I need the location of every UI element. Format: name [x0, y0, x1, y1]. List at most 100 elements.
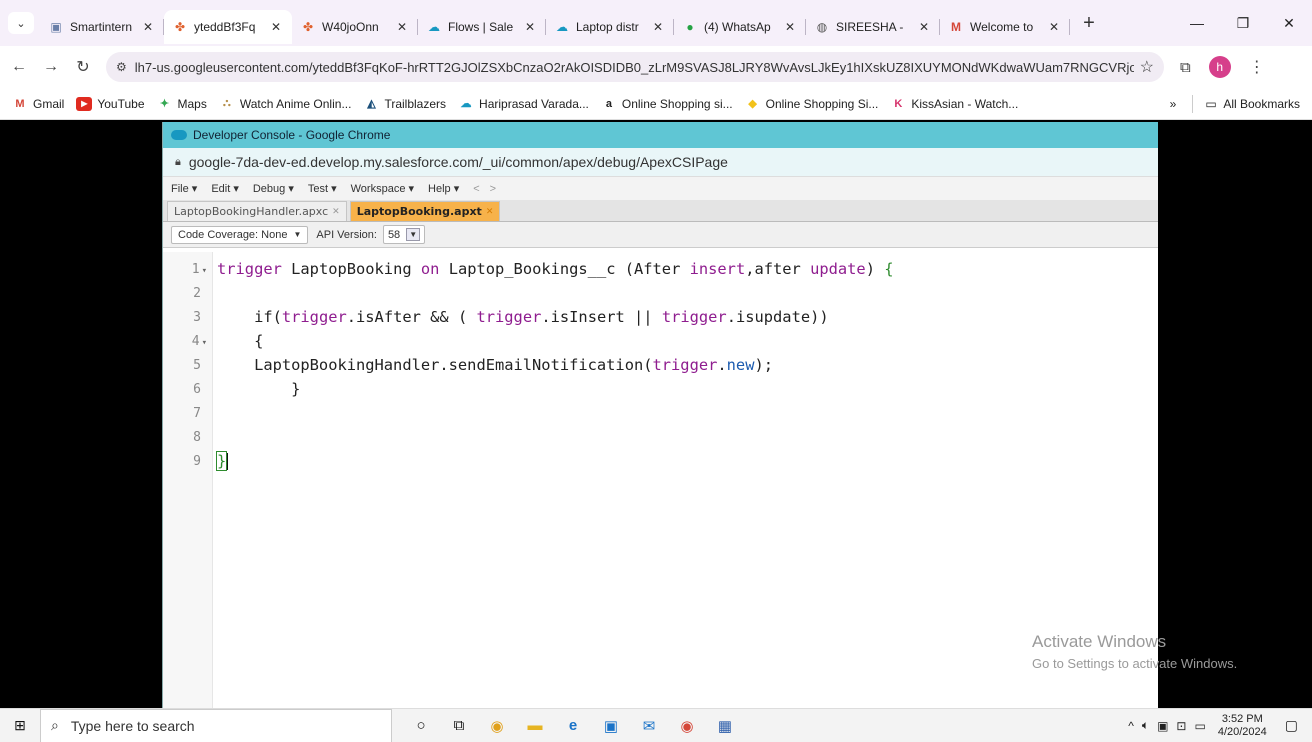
- code-coverage-select[interactable]: Code Coverage: None ▼: [171, 225, 309, 244]
- tab-laptopbooking[interactable]: LaptopBooking.apxt ✕: [349, 201, 501, 221]
- taskbar-search-box[interactable]: ⌕ Type here to search: [40, 708, 392, 742]
- api-version-label: API Version:: [316, 228, 377, 241]
- chrome-profile-icon[interactable]: ◉: [670, 712, 704, 740]
- chevron-up-icon[interactable]: ^: [1128, 719, 1134, 733]
- forward-icon[interactable]: →: [38, 58, 64, 76]
- line-number-gutter: 1 ▾ 2 3 4 ▾ 5 6 7 8 9: [163, 252, 213, 708]
- network-icon[interactable]: ⊡: [1176, 719, 1186, 733]
- salesforce-cloud-icon: ☁: [556, 20, 568, 34]
- fold-arrow-icon[interactable]: ▾: [202, 338, 207, 348]
- close-tab-icon[interactable]: ✕: [332, 207, 340, 217]
- bookmark-hariprasad[interactable]: ☁ Hariprasad Varada...: [458, 97, 589, 111]
- chrome-menu-icon[interactable]: ⋮: [1249, 57, 1265, 77]
- close-tab-icon[interactable]: ✕: [650, 20, 666, 34]
- browser-tab[interactable]: ◍ SIREESHA - ✕: [806, 10, 940, 44]
- bookmarks-overflow-button[interactable]: »: [1170, 97, 1177, 111]
- bookmark-kissasian[interactable]: K KissAsian - Watch...: [890, 97, 1018, 111]
- code-line-5: LaptopBookingHandler.sendEmailNotificati…: [217, 356, 774, 374]
- chrome-icon[interactable]: ◉: [480, 712, 514, 740]
- cortana-icon[interactable]: ○: [404, 712, 438, 740]
- store-icon[interactable]: ▣: [594, 712, 628, 740]
- address-url[interactable]: lh7-us.googleusercontent.com/yteddBf3FqK…: [135, 60, 1134, 75]
- history-back-button[interactable]: <: [473, 183, 479, 195]
- line-number: 9: [193, 454, 201, 469]
- site-info-icon[interactable]: ⚙: [116, 60, 127, 74]
- close-tab-icon[interactable]: ✕: [486, 207, 494, 217]
- address-bar[interactable]: ⚙ lh7-us.googleusercontent.com/yteddBf3F…: [106, 52, 1164, 82]
- close-tab-icon[interactable]: ✕: [394, 20, 410, 34]
- menu-edit[interactable]: Edit ▾: [211, 182, 239, 195]
- mail-icon[interactable]: ✉: [632, 712, 666, 740]
- back-icon[interactable]: ←: [6, 58, 32, 76]
- lock-icon: 🔒︎: [175, 155, 181, 168]
- minimize-icon[interactable]: —: [1174, 15, 1220, 32]
- browser-tab[interactable]: ✤ W40joOnn ✕: [292, 10, 418, 44]
- code-editor[interactable]: 1 ▾ 2 3 4 ▾ 5 6 7 8 9 trigger LaptopBookin…: [163, 252, 1158, 708]
- notifications-icon[interactable]: ▢: [1285, 717, 1298, 734]
- bookmark-maps[interactable]: ✦ Maps: [157, 97, 207, 111]
- devconsole-titlebar[interactable]: Developer Console - Google Chrome: [163, 122, 1158, 148]
- chevron-down-icon: ▼: [406, 228, 421, 241]
- line-number: 8: [193, 430, 201, 445]
- reload-icon[interactable]: ↻: [70, 57, 96, 77]
- close-tab-icon[interactable]: ✕: [1046, 20, 1062, 34]
- bookmark-youtube[interactable]: ▶ YouTube: [76, 96, 145, 111]
- menu-debug[interactable]: Debug ▾: [253, 182, 294, 195]
- bookmark-flipkart[interactable]: ◆ Online Shopping Si...: [745, 97, 878, 111]
- api-version-select[interactable]: 58 ▼: [382, 225, 426, 244]
- history-forward-button[interactable]: >: [490, 183, 496, 195]
- bookmark-anime[interactable]: ⛬ Watch Anime Onlin...: [219, 97, 351, 111]
- browser-tab[interactable]: ☁ Flows | Sale ✕: [418, 10, 546, 44]
- close-tab-icon[interactable]: ✕: [522, 20, 538, 34]
- bookmark-amazon[interactable]: a Online Shopping si...: [601, 97, 733, 111]
- browser-tab[interactable]: ● (4) WhatsAp ✕: [674, 10, 806, 44]
- volume-icon[interactable]: 🔈︎: [1142, 718, 1149, 733]
- new-tab-button[interactable]: +: [1076, 12, 1102, 35]
- editor-options-bar: Code Coverage: None ▼ API Version: 58 ▼: [163, 222, 1158, 248]
- gmail-icon: M: [15, 97, 25, 110]
- file-explorer-icon[interactable]: ▬: [518, 712, 552, 740]
- system-tray: ^ 🔈︎ ▣ ⊡ ▭ 3:52 PM 4/20/2024 ▢: [1128, 713, 1312, 739]
- task-view-icon[interactable]: ⧉: [442, 712, 476, 740]
- close-tab-icon[interactable]: ✕: [268, 20, 284, 34]
- fold-arrow-icon[interactable]: ▾: [202, 266, 207, 276]
- flipkart-icon: ◆: [748, 98, 757, 110]
- browser-tab[interactable]: M Welcome to ✕: [940, 10, 1070, 44]
- clock[interactable]: 3:52 PM 4/20/2024: [1218, 713, 1267, 739]
- notepad-icon[interactable]: ▦: [708, 712, 742, 740]
- bookmark-trailblazers[interactable]: ◭ Trailblazers: [363, 97, 446, 111]
- bookmark-star-icon[interactable]: ☆: [1140, 57, 1154, 77]
- close-tab-icon[interactable]: ✕: [140, 20, 156, 34]
- menu-file[interactable]: File ▾: [171, 182, 197, 195]
- all-bookmarks-button[interactable]: ▭ All Bookmarks: [1205, 97, 1300, 111]
- windows-start-icon[interactable]: ⊞: [0, 717, 40, 734]
- code-line-4: {: [217, 332, 264, 350]
- menu-test[interactable]: Test ▾: [308, 182, 337, 195]
- bookmarks-bar: M Gmail ▶ YouTube ✦ Maps ⛬ Watch Anime O…: [0, 88, 1312, 120]
- tray-app-icon[interactable]: ▣: [1157, 719, 1168, 733]
- salesforce-cloud-icon: ☁: [460, 98, 472, 110]
- line-number: 7: [193, 406, 201, 421]
- folder-icon: ▭: [1205, 96, 1217, 111]
- code-line-6: }: [217, 380, 301, 398]
- tab-laptopbookinghandler[interactable]: LaptopBookingHandler.apxc ✕: [167, 201, 347, 221]
- window-controls: — ❐ ✕: [1174, 15, 1312, 32]
- extensions-icon[interactable]: ⧉: [1180, 59, 1191, 76]
- code-line-1: trigger LaptopBooking on Laptop_Bookings…: [217, 260, 894, 278]
- tab-search-button[interactable]: ⌄: [8, 12, 34, 34]
- anime-icon: ⛬: [222, 97, 231, 109]
- menu-workspace[interactable]: Workspace ▾: [351, 182, 414, 195]
- close-tab-icon[interactable]: ✕: [916, 20, 932, 34]
- close-tab-icon[interactable]: ✕: [782, 20, 798, 34]
- menu-help[interactable]: Help ▾: [428, 182, 459, 195]
- profile-avatar[interactable]: h: [1208, 56, 1231, 78]
- browser-tab[interactable]: ☁ Laptop distr ✕: [546, 10, 674, 44]
- bookmark-gmail[interactable]: M Gmail: [12, 97, 64, 111]
- restore-icon[interactable]: ❐: [1220, 15, 1266, 32]
- close-window-icon[interactable]: ✕: [1266, 15, 1312, 32]
- browser-tab-active[interactable]: ✤ yteddBf3Fq ✕: [164, 10, 292, 44]
- battery-icon[interactable]: ▭: [1194, 719, 1205, 733]
- smartinternz-icon: ▣: [50, 20, 62, 34]
- browser-tab[interactable]: ▣ Smartintern ✕: [40, 10, 164, 44]
- edge-icon[interactable]: e: [556, 712, 590, 740]
